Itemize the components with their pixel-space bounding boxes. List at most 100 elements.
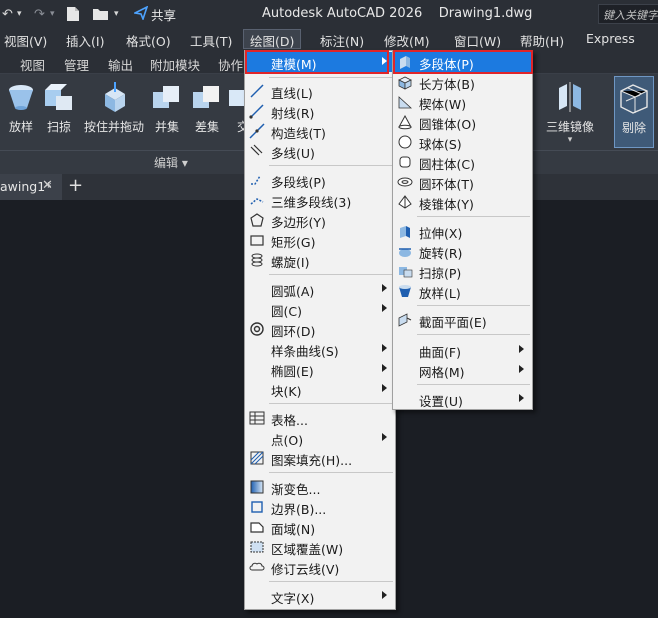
menu-item-setup[interactable]: 设置(U) bbox=[393, 389, 532, 409]
menu-item-meshes[interactable]: 网格(M) bbox=[393, 360, 532, 380]
menu-express[interactable]: Express bbox=[586, 31, 635, 46]
menu-item-donut[interactable]: 圆环(D) bbox=[245, 319, 395, 339]
menu-item-text[interactable]: 文字(X) bbox=[245, 586, 395, 606]
wedge-icon bbox=[398, 96, 413, 109]
undo-icon[interactable]: ↶ bbox=[2, 5, 13, 23]
redo-icon[interactable]: ↷ bbox=[34, 5, 45, 23]
menu-insert[interactable]: 插入(I) bbox=[66, 31, 104, 50]
menu-item-loft[interactable]: 放样(L) bbox=[393, 281, 532, 301]
tab-addins[interactable]: 附加模块 bbox=[150, 55, 200, 74]
menu-item-line[interactable]: 直线(L) bbox=[245, 81, 395, 101]
menu-item-polysolid[interactable]: 多段体(P) bbox=[393, 52, 532, 72]
menu-item-section-plane[interactable]: 截面平面(E) bbox=[393, 310, 532, 330]
menu-draw[interactable]: 绘图(D) bbox=[243, 29, 302, 49]
submenu-arrow-icon bbox=[382, 364, 387, 372]
workspace-dropdown-icon[interactable]: ▾ bbox=[114, 5, 119, 23]
menu-item-gradient[interactable]: 渐变色... bbox=[245, 477, 395, 497]
menu-item-table[interactable]: 表格... bbox=[245, 408, 395, 428]
menu-view[interactable]: 视图(V) bbox=[4, 31, 47, 50]
construction-line-icon bbox=[249, 123, 265, 139]
menu-tools[interactable]: 工具(T) bbox=[190, 31, 232, 50]
menu-item-wedge[interactable]: 楔体(W) bbox=[393, 92, 532, 112]
cull-button[interactable]: 剔除 bbox=[614, 76, 654, 148]
menu-item-extrude[interactable]: 拉伸(X) bbox=[393, 221, 532, 241]
menu-item-sphere[interactable]: 球体(S) bbox=[393, 132, 532, 152]
boundary-icon bbox=[251, 501, 263, 513]
menu-item-3d-polyline[interactable]: 三维多段线(3) bbox=[245, 190, 395, 210]
edit-panel-title[interactable]: 编辑 ▾ bbox=[154, 154, 188, 171]
search-input[interactable]: 键入关键字 bbox=[598, 4, 658, 24]
menu-item-rectangle[interactable]: 矩形(G) bbox=[245, 230, 395, 250]
menu-item-hatch[interactable]: 图案填充(H)... bbox=[245, 448, 395, 468]
submenu-arrow-icon bbox=[382, 344, 387, 352]
3d-polyline-icon bbox=[250, 198, 264, 205]
menu-item-modeling[interactable]: 建模(M) bbox=[245, 52, 395, 72]
loft-icon bbox=[399, 285, 411, 297]
menu-separator bbox=[269, 77, 393, 78]
submenu-arrow-icon bbox=[382, 304, 387, 312]
subtract-icon bbox=[193, 86, 219, 108]
loft-button[interactable]: 放样 bbox=[4, 80, 38, 135]
menu-item-point[interactable]: 点(O) bbox=[245, 428, 395, 448]
menu-window[interactable]: 窗口(W) bbox=[454, 31, 501, 50]
donut-icon bbox=[250, 322, 264, 336]
menu-item-ray[interactable]: 射线(R) bbox=[245, 101, 395, 121]
union-button[interactable]: 并集 bbox=[150, 80, 184, 135]
menu-item-block[interactable]: 块(K) bbox=[245, 379, 395, 399]
menu-item-ellipse[interactable]: 椭圆(E) bbox=[245, 359, 395, 379]
menu-item-arc[interactable]: 圆弧(A) bbox=[245, 279, 395, 299]
menu-item-polygon[interactable]: 多边形(Y) bbox=[245, 210, 395, 230]
menu-item-circle[interactable]: 圆(C) bbox=[245, 299, 395, 319]
submenu-arrow-icon bbox=[519, 394, 524, 402]
draw-menu: 建模(M) 直线(L) 射线(R) 构造线(T) 多线(U) 多段线(P) 三维… bbox=[244, 50, 396, 610]
3d-mirror-button[interactable]: 三维镜像 ▾ bbox=[546, 80, 594, 145]
menu-modify[interactable]: 修改(M) bbox=[384, 31, 430, 50]
subtract-button[interactable]: 差集 bbox=[190, 80, 224, 135]
torus-icon bbox=[397, 177, 413, 187]
menu-help[interactable]: 帮助(H) bbox=[520, 31, 564, 50]
menu-item-boundary[interactable]: 边界(B)... bbox=[245, 497, 395, 517]
submenu-arrow-icon bbox=[382, 284, 387, 292]
new-file-icon[interactable] bbox=[66, 5, 80, 23]
menu-item-box[interactable]: 长方体(B) bbox=[393, 72, 532, 92]
menu-format[interactable]: 格式(O) bbox=[126, 31, 171, 50]
menu-item-construction-line[interactable]: 构造线(T) bbox=[245, 121, 395, 141]
revolve-icon bbox=[399, 248, 411, 257]
menu-separator bbox=[269, 403, 393, 404]
menu-item-multiline[interactable]: 多线(U) bbox=[245, 141, 395, 161]
close-tab-icon[interactable]: ✕ bbox=[42, 178, 53, 193]
redo-dropdown-icon[interactable]: ▾ bbox=[50, 5, 55, 23]
menu-dimension[interactable]: 标注(N) bbox=[320, 31, 364, 50]
undo-dropdown-icon[interactable]: ▾ bbox=[17, 5, 22, 23]
menu-item-polyline[interactable]: 多段线(P) bbox=[245, 170, 395, 190]
sweep-button[interactable]: 扫掠 bbox=[42, 80, 76, 135]
menu-item-pyramid[interactable]: 棱锥体(Y) bbox=[393, 192, 532, 212]
presspull-button[interactable]: 按住并拖动 bbox=[84, 80, 144, 135]
menu-item-wipeout[interactable]: 区域覆盖(W) bbox=[245, 537, 395, 557]
3d-mirror-dropdown-icon[interactable]: ▾ bbox=[568, 135, 573, 145]
menu-item-revision-cloud[interactable]: 修订云线(V) bbox=[245, 557, 395, 577]
menu-item-helix[interactable]: 螺旋(I) bbox=[245, 250, 395, 270]
hatch-icon bbox=[250, 451, 264, 465]
title-bar: ↶ ▾ ↷ ▾ ▾ 共享 Autodesk AutoCAD 2026 Drawi… bbox=[0, 0, 658, 28]
menu-item-spline[interactable]: 样条曲线(S) bbox=[245, 339, 395, 359]
menu-item-region[interactable]: 面域(N) bbox=[245, 517, 395, 537]
menu-item-revolve[interactable]: 旋转(R) bbox=[393, 241, 532, 261]
wipeout-icon bbox=[250, 541, 264, 553]
menu-item-sweep[interactable]: 扫掠(P) bbox=[393, 261, 532, 281]
tab-view[interactable]: 视图 bbox=[20, 55, 45, 74]
tab-output[interactable]: 输出 bbox=[108, 55, 133, 74]
rectangle-icon bbox=[250, 235, 264, 246]
tab-manage[interactable]: 管理 bbox=[64, 55, 89, 74]
new-tab-icon[interactable]: + bbox=[68, 175, 83, 196]
sweep-icon bbox=[399, 267, 413, 278]
menu-item-torus[interactable]: 圆环体(T) bbox=[393, 172, 532, 192]
tab-collaborate[interactable]: 协作 bbox=[218, 55, 243, 74]
menu-item-surfaces[interactable]: 曲面(F) bbox=[393, 340, 532, 360]
gradient-icon bbox=[250, 480, 264, 494]
menu-item-cone[interactable]: 圆锥体(O) bbox=[393, 112, 532, 132]
menu-bar: 视图(V) 插入(I) 格式(O) 工具(T) 绘图(D) 标注(N) 修改(M… bbox=[0, 28, 658, 50]
menu-item-cylinder[interactable]: 圆柱体(C) bbox=[393, 152, 532, 172]
open-folder-icon[interactable] bbox=[92, 5, 109, 23]
share-button[interactable]: 共享 bbox=[132, 5, 176, 24]
